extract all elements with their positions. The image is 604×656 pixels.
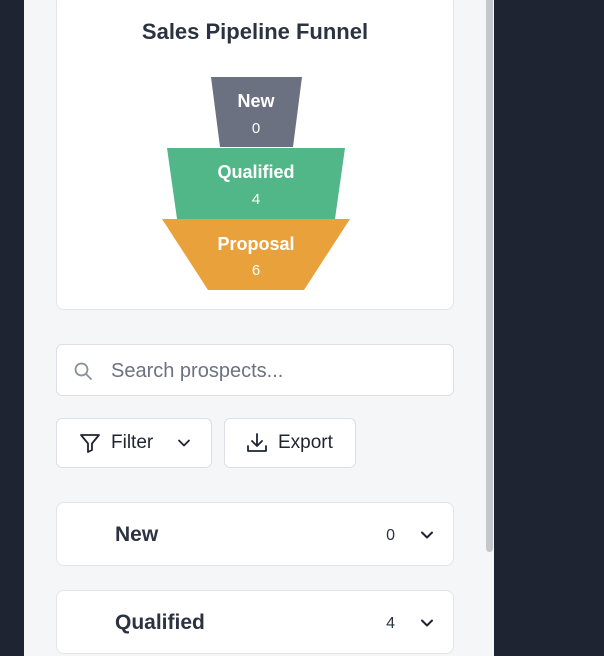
chevron-down-icon[interactable] <box>419 527 435 543</box>
search-icon <box>74 362 92 380</box>
search-input[interactable] <box>109 355 443 387</box>
funnel-stage-qualified-label: Qualified <box>217 162 294 182</box>
funnel-stage-proposal-label: Proposal <box>217 234 294 254</box>
group-qualified[interactable]: Qualified 4 <box>56 590 454 654</box>
search-box[interactable] <box>56 344 454 396</box>
scrollbar[interactable] <box>486 0 493 552</box>
funnel-stage-proposal[interactable] <box>162 219 350 290</box>
download-icon <box>247 433 267 452</box>
export-button[interactable]: Export <box>224 418 356 468</box>
funnel-stage-proposal-count: 6 <box>252 262 260 279</box>
funnel-card: Sales Pipeline Funnel New 0 Qualified 4 … <box>56 0 454 310</box>
group-count: 4 <box>386 615 395 632</box>
funnel-chart: New 0 Qualified 4 Proposal 6 <box>162 77 350 290</box>
group-label: Qualified <box>115 611 205 634</box>
funnel-stage-new-count: 0 <box>252 120 260 137</box>
chevron-down-icon[interactable] <box>419 615 435 631</box>
group-count: 0 <box>386 527 395 544</box>
filter-icon <box>80 434 100 453</box>
export-button-label: Export <box>278 432 333 453</box>
group-new[interactable]: New 0 <box>56 502 454 566</box>
funnel-stage-qualified-count: 4 <box>252 191 260 208</box>
group-label: New <box>115 523 159 546</box>
filter-button-label: Filter <box>111 432 154 453</box>
funnel-stage-qualified[interactable] <box>167 148 345 219</box>
funnel-stage-new-label: New <box>237 91 275 111</box>
filter-button[interactable]: Filter <box>56 418 212 468</box>
chevron-down-icon <box>178 439 191 447</box>
